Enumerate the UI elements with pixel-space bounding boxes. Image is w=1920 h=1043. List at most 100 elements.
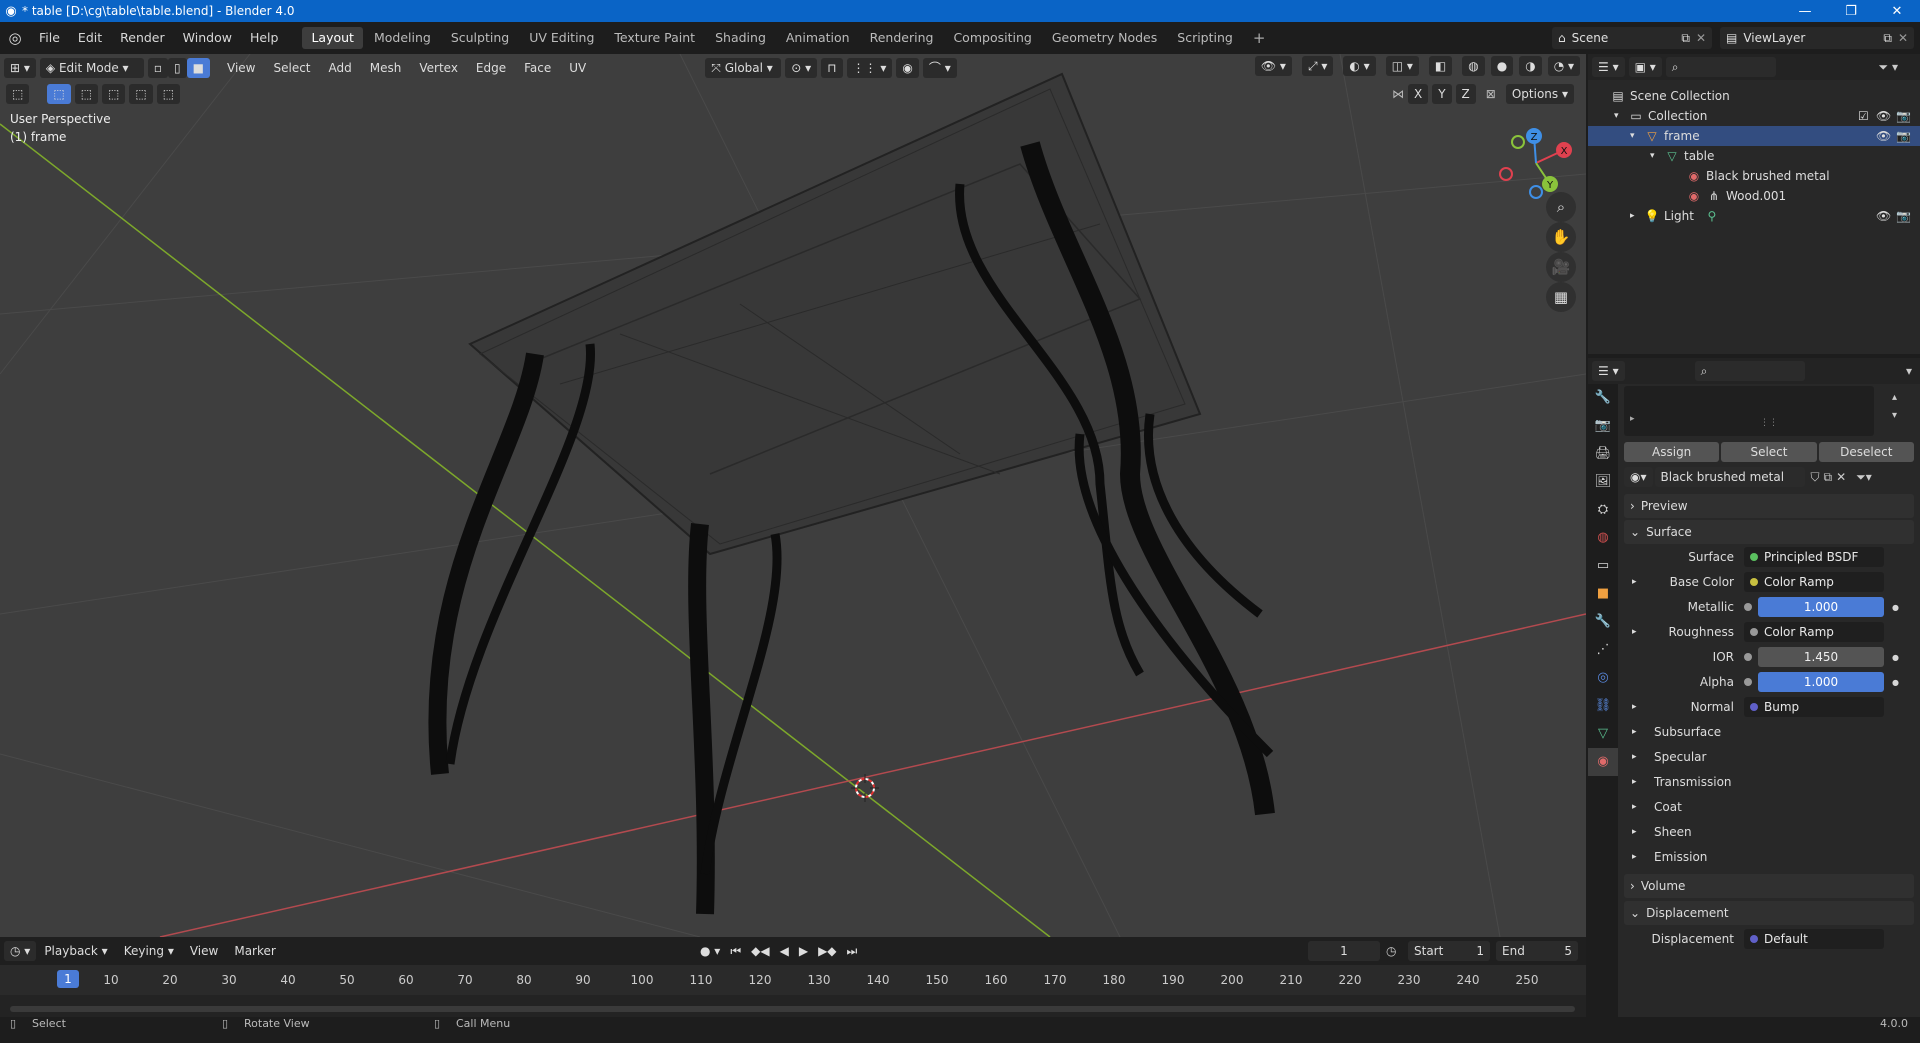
timeline[interactable]: ◷ ▾ Playback ▾ Keying ▾ View Marker ● ▾ … bbox=[0, 937, 1586, 1019]
normal-field[interactable]: Bump bbox=[1744, 697, 1884, 717]
current-frame-field[interactable]: 1 bbox=[1308, 941, 1380, 961]
assign-button[interactable]: Assign bbox=[1624, 442, 1720, 462]
keyframe-dot-icon[interactable]: ● bbox=[1892, 678, 1899, 687]
tweak-tool-icon[interactable]: ⬚ bbox=[6, 84, 30, 104]
jump-end-icon[interactable]: ⏭ bbox=[847, 944, 858, 959]
viewport-menu-view[interactable]: View bbox=[218, 61, 264, 75]
minimize-icon[interactable]: — bbox=[1782, 4, 1828, 19]
shading-wireframe-icon[interactable]: ◍ bbox=[1462, 56, 1485, 76]
remove-viewlayer-icon[interactable]: ✕ bbox=[1898, 31, 1908, 45]
expand-icon[interactable]: ▾ bbox=[1614, 111, 1628, 121]
mirror-x-toggle[interactable]: X bbox=[1407, 84, 1429, 104]
mirror-icon[interactable]: ⋈ bbox=[1392, 87, 1404, 101]
outliner-item-light[interactable]: ▸ 💡 Light ⚲ 👁 📷 bbox=[1588, 206, 1920, 226]
render-camera-icon[interactable]: 📷 bbox=[1896, 109, 1911, 123]
tool-tab-icon[interactable]: 🔧 bbox=[1588, 384, 1618, 412]
next-keyframe-icon[interactable]: ▶◆ bbox=[818, 944, 836, 959]
blender-menu-icon[interactable]: ◎ bbox=[0, 29, 30, 47]
surface-shader-field[interactable]: Principled BSDF bbox=[1744, 547, 1884, 567]
base-color-field[interactable]: Color Ramp bbox=[1744, 572, 1884, 592]
zoom-icon[interactable]: ⌕ bbox=[1546, 192, 1576, 222]
visibility-eye-icon[interactable]: 👁 bbox=[1876, 129, 1891, 143]
outliner-collection[interactable]: ▾ ▭ Collection ☑ 👁 📷 bbox=[1588, 106, 1920, 126]
data-tab-icon[interactable]: ▽ bbox=[1588, 720, 1618, 748]
visibility-icon[interactable]: 👁 ▾ bbox=[1254, 56, 1292, 76]
displacement-field[interactable]: Default bbox=[1744, 929, 1884, 949]
viewport-menu-select[interactable]: Select bbox=[264, 61, 319, 75]
expand-icon[interactable]: ▸ bbox=[1630, 211, 1644, 221]
mirror-y-toggle[interactable]: Y bbox=[1432, 84, 1452, 104]
playhead[interactable]: 1 bbox=[57, 970, 79, 988]
outliner-item-frame[interactable]: ▾ ▽ frame 👁 📷 bbox=[1588, 126, 1920, 146]
auto-merge-icon[interactable]: ⊠ bbox=[1486, 87, 1496, 101]
output-tab-icon[interactable]: 🖨 bbox=[1588, 440, 1618, 468]
new-viewlayer-icon[interactable]: ⧉ bbox=[1883, 31, 1892, 46]
surface-section[interactable]: ⌄ Surface bbox=[1624, 520, 1914, 544]
timeline-menu-view[interactable]: View bbox=[182, 944, 226, 958]
viewport-menu-mesh[interactable]: Mesh bbox=[361, 61, 411, 75]
visibility-eye-icon[interactable]: 👁 bbox=[1876, 209, 1891, 223]
viewport-menu-add[interactable]: Add bbox=[320, 61, 361, 75]
volume-section[interactable]: › Volume bbox=[1624, 874, 1914, 898]
navigation-gizmo[interactable]: X Y Z bbox=[1492, 118, 1586, 208]
menu-edit[interactable]: Edit bbox=[69, 22, 111, 54]
tab-shading[interactable]: Shading bbox=[706, 27, 775, 49]
fake-user-icon[interactable]: ⛉ bbox=[1811, 470, 1820, 485]
select-mode-face-icon[interactable]: ■ bbox=[186, 58, 210, 78]
visibility-eye-icon[interactable]: 👁 bbox=[1876, 109, 1891, 123]
timeline-editor-type-icon[interactable]: ◷ ▾ bbox=[4, 941, 37, 961]
tab-uv-editing[interactable]: UV Editing bbox=[520, 27, 603, 49]
add-workspace-icon[interactable]: + bbox=[1244, 27, 1275, 49]
editor-type-icon[interactable]: ⊞ ▾ bbox=[4, 58, 36, 78]
filter-icon[interactable]: ⏷ ▾ bbox=[1879, 60, 1898, 75]
unlink-material-icon[interactable]: ✕ bbox=[1836, 470, 1846, 484]
roughness-field[interactable]: Color Ramp bbox=[1744, 622, 1884, 642]
falloff-icon[interactable]: ⌒ ▾ bbox=[922, 58, 957, 78]
outliner-item-table[interactable]: ▾ ▽ table bbox=[1588, 146, 1920, 166]
end-frame-field[interactable]: End 5 bbox=[1496, 941, 1578, 961]
material-name-field[interactable]: Black brushed metal bbox=[1654, 467, 1805, 487]
viewport-menu-face[interactable]: Face bbox=[515, 61, 560, 75]
maximize-icon[interactable]: ❐ bbox=[1828, 4, 1874, 19]
expand-icon[interactable]: ▸ bbox=[1632, 696, 1637, 718]
pan-hand-icon[interactable]: ✋ bbox=[1546, 222, 1576, 252]
prev-keyframe-icon[interactable]: ◆◀ bbox=[751, 944, 769, 959]
orientation-selector[interactable]: ⤧ Global ▾ bbox=[705, 58, 782, 78]
tab-layout[interactable]: Layout bbox=[302, 27, 363, 49]
keyframe-dot-icon[interactable]: ● bbox=[1892, 653, 1899, 662]
viewport-menu-vertex[interactable]: Vertex bbox=[410, 61, 467, 75]
select-extend-icon[interactable]: ⬚ bbox=[74, 84, 99, 104]
render-tab-icon[interactable]: 📷 bbox=[1588, 412, 1618, 440]
particles-tab-icon[interactable]: ⋰ bbox=[1588, 636, 1618, 664]
render-camera-icon[interactable]: 📷 bbox=[1896, 209, 1911, 223]
start-frame-field[interactable]: Start 1 bbox=[1408, 941, 1490, 961]
play-icon[interactable]: ▶ bbox=[799, 944, 808, 959]
resize-handle-icon[interactable]: ⋮⋮ bbox=[1760, 418, 1778, 428]
view-layer-tab-icon[interactable]: 🖼 bbox=[1588, 468, 1618, 496]
deselect-button[interactable]: Deselect bbox=[1818, 442, 1914, 462]
new-scene-icon[interactable]: ⧉ bbox=[1681, 31, 1690, 46]
metallic-slider[interactable]: 1.000 bbox=[1758, 597, 1884, 617]
menu-render[interactable]: Render bbox=[111, 22, 174, 54]
shading-solid-icon[interactable]: ● bbox=[1490, 56, 1514, 76]
select-intersect-icon[interactable]: ⬚ bbox=[156, 84, 181, 104]
exclude-checkbox-icon[interactable]: ☑ bbox=[1858, 109, 1869, 123]
xray-icon[interactable]: ◧ bbox=[1428, 56, 1453, 76]
camera-view-icon[interactable]: 🎥 bbox=[1546, 252, 1576, 282]
close-icon[interactable]: ✕ bbox=[1874, 4, 1920, 19]
timeline-scrollbar[interactable] bbox=[10, 1006, 1575, 1012]
3d-viewport[interactable]: ⊞ ▾ ◈ Edit Mode ▾ ▫ ▯ ■ View Select Add … bbox=[0, 54, 1586, 937]
display-mode-icon[interactable]: ▣ ▾ bbox=[1628, 57, 1662, 77]
object-tab-icon[interactable]: ■ bbox=[1588, 580, 1618, 608]
properties-editor-type-icon[interactable]: ☰ ▾ bbox=[1592, 361, 1625, 381]
snap-icon[interactable]: ⊓ bbox=[821, 58, 843, 78]
select-invert-icon[interactable]: ⬚ bbox=[129, 84, 153, 104]
tab-texture-paint[interactable]: Texture Paint bbox=[605, 27, 704, 49]
specular-panel[interactable]: ▸ Specular bbox=[1632, 746, 1706, 768]
tab-geometry-nodes[interactable]: Geometry Nodes bbox=[1043, 27, 1166, 49]
tab-compositing[interactable]: Compositing bbox=[944, 27, 1040, 49]
expand-icon[interactable]: ▾ bbox=[1650, 151, 1664, 161]
transmission-panel[interactable]: ▸ Transmission bbox=[1632, 771, 1732, 793]
tab-scripting[interactable]: Scripting bbox=[1168, 27, 1242, 49]
menu-window[interactable]: Window bbox=[174, 22, 241, 54]
